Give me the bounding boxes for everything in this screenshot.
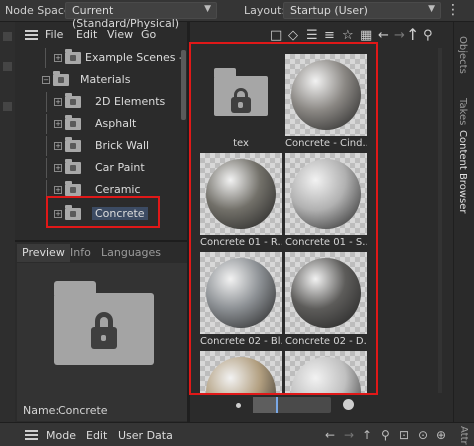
thumbnail-size-slider-area [190,395,440,417]
up-arrow-icon[interactable]: ↑ [406,25,419,44]
menu-go[interactable]: Go [141,28,156,41]
right-tab-strip: Objects Takes Content Browser [453,22,474,422]
menu-view[interactable]: View [107,28,133,41]
folder-lock-icon [65,49,81,64]
shape-icon[interactable]: ◇ [288,28,298,43]
lock-icon[interactable]: ⊡ [399,428,409,442]
tree-item[interactable]: + 2D Elements [15,92,187,112]
tab-info[interactable]: Info [65,244,96,262]
search-icon[interactable]: ⚲ [423,28,433,43]
attributes-bar: Mode Edit User Data ← → ↑ ⚲ ⊡ ⊙ ⊕ Attr [0,422,474,446]
tab-objects[interactable]: Objects [457,36,468,74]
folder-lock-icon [65,93,81,108]
star-icon[interactable]: ☆ [342,28,354,43]
tree-scrollbar[interactable] [181,50,186,120]
expand-icon[interactable]: + [54,120,62,128]
highlight-box-assets [189,42,378,395]
panel-icon[interactable] [3,102,12,111]
folder-lock-icon [53,71,69,86]
tree-item[interactable]: + Car Paint [15,158,187,178]
tree-item-label: Materials [80,73,131,86]
expand-icon[interactable]: + [54,142,62,150]
target-icon[interactable]: ⊙ [418,428,428,442]
add-icon[interactable]: ⊕ [436,428,446,442]
collapse-icon[interactable] [3,32,12,41]
tree-item-label: Example Scenes - Fea [85,51,187,64]
collapse-icon[interactable]: − [42,76,50,84]
back-arrow-icon[interactable]: ← [378,28,389,43]
folder-lock-icon [65,115,81,130]
highlight-box-concrete [46,196,160,228]
tree-item[interactable]: + Asphalt [15,114,187,134]
menu-user-data[interactable]: User Data [118,429,173,442]
node-space-dropdown[interactable]: Current (Standard/Physical) ▼ [65,2,217,30]
panel-icon[interactable] [3,62,12,71]
menu-edit[interactable]: Edit [76,28,97,41]
expand-icon[interactable]: + [54,186,62,194]
slider-handle[interactable] [276,397,278,413]
folder-lock-icon [54,281,154,365]
tree-item-label: 2D Elements [95,95,166,108]
back-arrow-icon[interactable]: ← [325,428,335,442]
small-size-icon[interactable] [236,403,241,408]
preview-panel: Name: Concrete [17,263,187,421]
folder-lock-icon [65,159,81,174]
layout-label: Layout: [244,4,286,17]
tree-item[interactable]: + Example Scenes - Fea [15,48,187,68]
tab-takes[interactable]: Takes [457,98,468,125]
left-edge-strip [0,22,15,422]
preview-name-value: Concrete [58,404,108,417]
forward-arrow-icon[interactable]: → [394,28,405,43]
tree-item-label: Ceramic [95,183,141,196]
menu-file[interactable]: File [45,28,63,41]
chevron-down-icon: ▼ [204,4,211,14]
search-icon[interactable]: ⚲ [381,428,390,442]
filter-icon[interactable]: ☰ [306,28,318,43]
layout-dropdown[interactable]: Startup (User) ▼ [283,2,441,19]
menu-edit[interactable]: Edit [86,429,107,442]
tree-item-label: Car Paint [95,161,145,174]
preview-name-label: Name: [23,404,60,417]
browser-menu-bar: File Edit View Go [15,25,185,45]
tab-languages[interactable]: Languages [96,244,166,262]
tab-attributes[interactable]: Attr [458,426,469,445]
thumbnail-size-slider[interactable] [253,397,331,413]
grid-view-icon[interactable]: ▦ [360,28,372,43]
expand-icon[interactable]: + [54,98,62,106]
tab-preview[interactable]: Preview [17,244,70,262]
sort-icon[interactable]: ≡ [324,28,335,43]
expand-icon[interactable]: + [54,164,62,172]
top-bar: Node Space: Current (Standard/Physical) … [0,0,474,30]
folder-lock-icon [65,137,81,152]
chevron-down-icon: ▼ [428,4,435,14]
up-arrow-icon[interactable]: ↑ [362,428,372,442]
tree-item[interactable]: + Brick Wall [15,136,187,156]
grid-scrollbar[interactable] [438,48,442,393]
hamburger-menu-icon[interactable] [25,430,38,440]
forward-arrow-icon[interactable]: → [344,428,354,442]
tree-item[interactable]: − Materials [15,70,187,90]
menu-mode[interactable]: Mode [46,429,76,442]
tab-content-browser[interactable]: Content Browser [457,130,468,213]
folder-lock-icon [65,181,81,196]
hamburger-menu-icon[interactable] [25,30,38,40]
large-size-icon[interactable] [343,399,354,410]
preview-tabs: Preview Info Languages [17,244,187,262]
tree-item-label: Brick Wall [95,139,150,152]
new-view-icon[interactable]: □ [270,28,282,43]
expand-icon[interactable]: + [54,54,62,62]
tree-item-label: Asphalt [95,117,137,130]
menu-dots-icon[interactable]: ⋮ [446,2,460,18]
panel-splitter[interactable] [15,240,187,242]
layout-value: Startup (User) [290,4,368,17]
